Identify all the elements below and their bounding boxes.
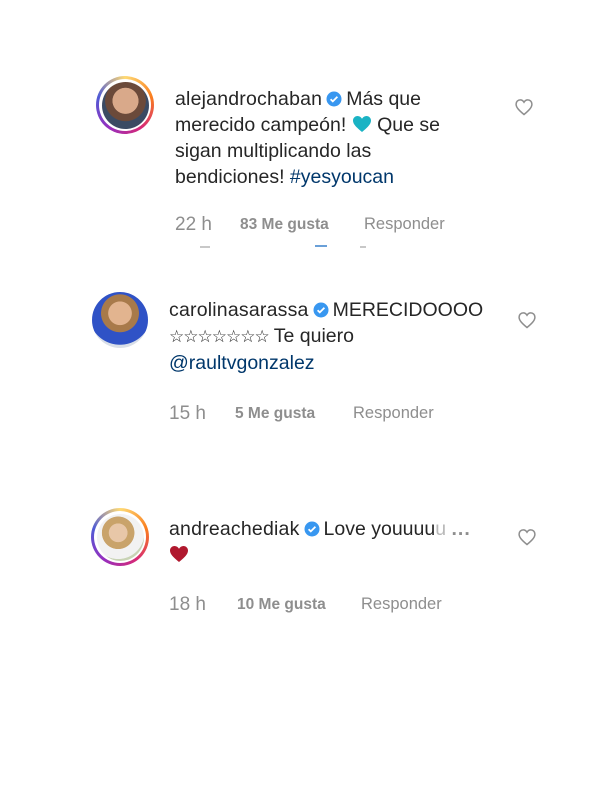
- like-heart-icon[interactable]: [517, 527, 537, 547]
- username-link[interactable]: carolinasarassa: [169, 299, 309, 321]
- username-link[interactable]: alejandrochaban: [175, 88, 322, 110]
- avatar[interactable]: [91, 291, 149, 349]
- comment-text: sigan multiplicando las: [175, 140, 372, 162]
- comment-text: Que se: [377, 114, 440, 136]
- reply-button[interactable]: Responder: [353, 404, 434, 423]
- reply-button[interactable]: Responder: [364, 215, 445, 234]
- verified-badge-icon: [326, 91, 342, 107]
- comment-body: carolinasarassa MERECIDOOOO ☆☆☆☆☆☆☆ Te qu…: [169, 297, 509, 376]
- username-link[interactable]: andreachediak: [169, 518, 300, 540]
- like-heart-icon[interactable]: [517, 310, 537, 330]
- timestamp[interactable]: 18 h: [169, 594, 206, 616]
- timestamp[interactable]: 22 h: [175, 214, 212, 236]
- likes-count-button[interactable]: 5 Me gusta: [235, 405, 315, 423]
- comment-text: Más que: [346, 88, 421, 110]
- divider-artifact: [315, 245, 327, 247]
- avatar[interactable]: [91, 508, 149, 566]
- verified-badge-icon: [313, 302, 329, 318]
- comment-body: andreachediak Love youuuuu ...: [169, 516, 509, 568]
- hashtag-link[interactable]: #yesyoucan: [290, 166, 394, 188]
- comment-text: Love youuuu: [323, 518, 436, 540]
- comment-body: alejandrochaban Más que merecido campeón!…: [175, 86, 475, 190]
- red-heart-icon: [170, 546, 188, 562]
- stars-text: ☆☆☆☆☆☆☆: [169, 327, 270, 347]
- avatar-photo: [101, 81, 149, 129]
- avatar-photo: [96, 513, 144, 561]
- comment-text: MERECIDOOOO: [332, 299, 484, 321]
- avatar[interactable]: [96, 76, 154, 134]
- likes-count-button[interactable]: 10 Me gusta: [237, 596, 326, 614]
- timestamp[interactable]: 15 h: [169, 403, 206, 425]
- comment-text: Te quiero: [273, 325, 354, 347]
- more-button[interactable]: ...: [452, 518, 471, 540]
- teal-heart-icon: [352, 116, 371, 132]
- reply-button[interactable]: Responder: [361, 595, 442, 614]
- comment-text: merecido campeón!: [175, 114, 347, 136]
- mention-link[interactable]: @raultvgonzalez: [169, 352, 315, 374]
- comment-text: bendiciones!: [175, 166, 285, 188]
- like-heart-icon[interactable]: [514, 97, 534, 117]
- divider-artifact: [200, 246, 210, 248]
- verified-badge-icon: [304, 521, 320, 537]
- divider-artifact: [360, 246, 366, 248]
- comment-text-faded: u: [435, 518, 447, 540]
- avatar-photo: [92, 292, 148, 348]
- likes-count-button[interactable]: 83 Me gusta: [240, 216, 329, 234]
